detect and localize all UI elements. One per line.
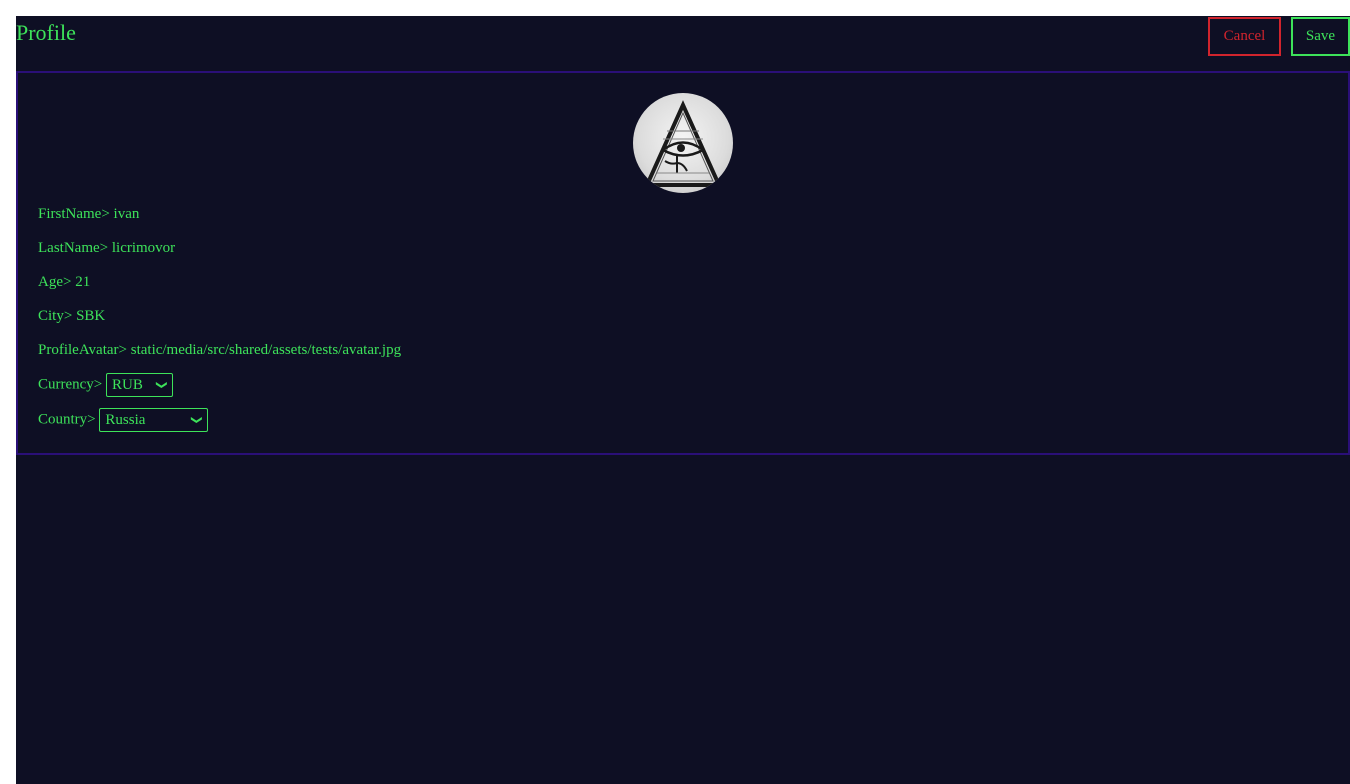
currency-select[interactable]: RUB ❯ bbox=[106, 373, 174, 397]
first-name-row: FirstName> ivan bbox=[38, 204, 139, 224]
city-label: City> bbox=[38, 308, 73, 324]
city-row: City> SBK bbox=[38, 306, 105, 326]
country-selected-value: Russia bbox=[105, 412, 146, 428]
page-header: Profile Cancel Save bbox=[16, 16, 1350, 72]
last-name-value[interactable]: licrimovor bbox=[112, 240, 175, 256]
country-label: Country> bbox=[38, 411, 96, 428]
last-name-label: LastName> bbox=[38, 240, 109, 256]
first-name-label: FirstName> bbox=[38, 206, 110, 222]
currency-row: Currency> RUB ❯ bbox=[38, 373, 174, 397]
profile-avatar-label: ProfileAvatar> bbox=[38, 342, 127, 358]
age-label: Age> bbox=[38, 274, 72, 290]
avatar bbox=[633, 93, 733, 193]
country-row: Country> Russia ❯ bbox=[38, 408, 209, 432]
country-select[interactable]: Russia ❯ bbox=[99, 408, 209, 432]
first-name-value[interactable]: ivan bbox=[114, 206, 140, 222]
currency-label: Currency> bbox=[38, 376, 103, 393]
last-name-row: LastName> licrimovor bbox=[38, 238, 175, 258]
age-value[interactable]: 21 bbox=[75, 274, 90, 290]
save-button[interactable]: Save bbox=[1291, 17, 1350, 56]
eye-of-providence-icon bbox=[643, 100, 723, 187]
chevron-down-icon: ❯ bbox=[190, 415, 203, 425]
currency-selected-value: RUB bbox=[112, 377, 143, 393]
page-title: Profile bbox=[16, 20, 76, 45]
profile-avatar-row: ProfileAvatar> static/media/src/shared/a… bbox=[38, 340, 401, 360]
chevron-down-icon: ❯ bbox=[155, 380, 168, 390]
cancel-button[interactable]: Cancel bbox=[1208, 17, 1281, 56]
age-row: Age> 21 bbox=[38, 272, 90, 292]
profile-page: Profile Cancel Save FirstName> ivan Last… bbox=[16, 16, 1350, 784]
profile-avatar-value[interactable]: static/media/src/shared/assets/tests/ava… bbox=[131, 342, 401, 358]
profile-card: FirstName> ivan LastName> licrimovor Age… bbox=[16, 71, 1350, 455]
city-value[interactable]: SBK bbox=[76, 308, 105, 324]
